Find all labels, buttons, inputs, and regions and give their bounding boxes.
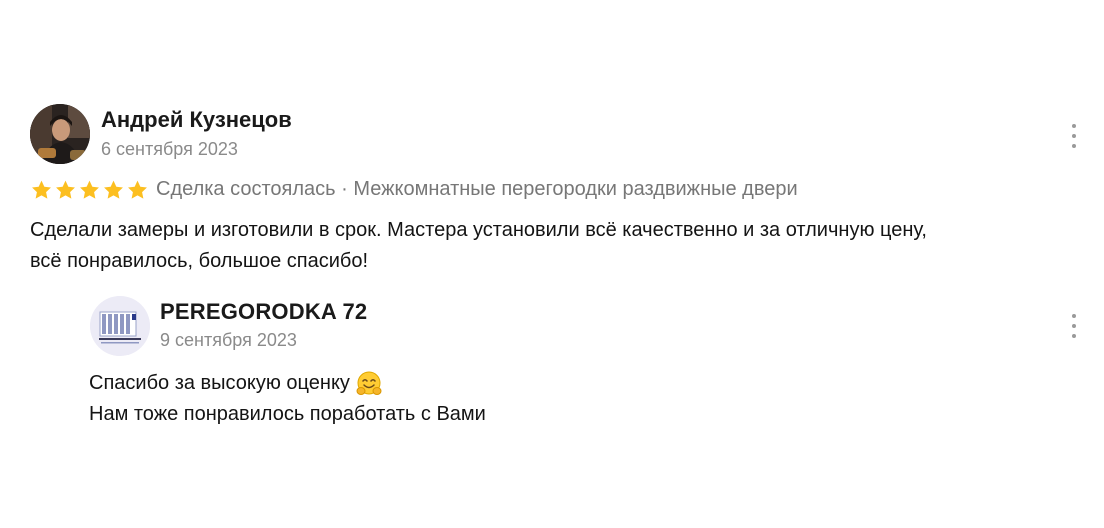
more-vertical-icon[interactable] [1068, 314, 1080, 338]
more-vertical-icon[interactable] [1068, 124, 1080, 148]
star-rating [30, 179, 149, 201]
star-icon [80, 180, 99, 199]
review-text: Сделали замеры и изготовили в срок. Маст… [30, 215, 1080, 277]
author-name[interactable]: Андрей Кузнецов [101, 107, 292, 133]
company-logo-graphic [90, 296, 150, 356]
company-name[interactable]: PEREGORODKA 72 [160, 299, 367, 325]
star-icon [104, 180, 123, 199]
reply-text-line: Спасибо за высокую оценку [89, 368, 486, 399]
smiling-face-with-open-hands-icon [356, 371, 382, 395]
star-icon [128, 180, 147, 199]
company-logo[interactable] [90, 296, 150, 356]
reply-text-line: Нам тоже понравилось поработать с Вами [89, 403, 486, 425]
reply-text: Спасибо за высокую оценку Нам тоже понра… [89, 368, 486, 430]
review-text-line: Сделали замеры и изготовили в срок. Маст… [30, 219, 927, 241]
avatar-photo [30, 104, 90, 164]
reply-date: 9 сентября 2023 [160, 330, 297, 350]
star-icon [56, 180, 75, 199]
review-meta: Сделка состоялась · Межкомнатные перегор… [156, 178, 798, 200]
author-avatar[interactable] [30, 104, 90, 164]
star-icon [32, 180, 51, 199]
reply-text-line-1: Спасибо за высокую оценку [89, 372, 350, 394]
review-date: 6 сентября 2023 [101, 139, 238, 159]
review-text-line: всё понравилось, большое спасибо! [30, 250, 369, 272]
